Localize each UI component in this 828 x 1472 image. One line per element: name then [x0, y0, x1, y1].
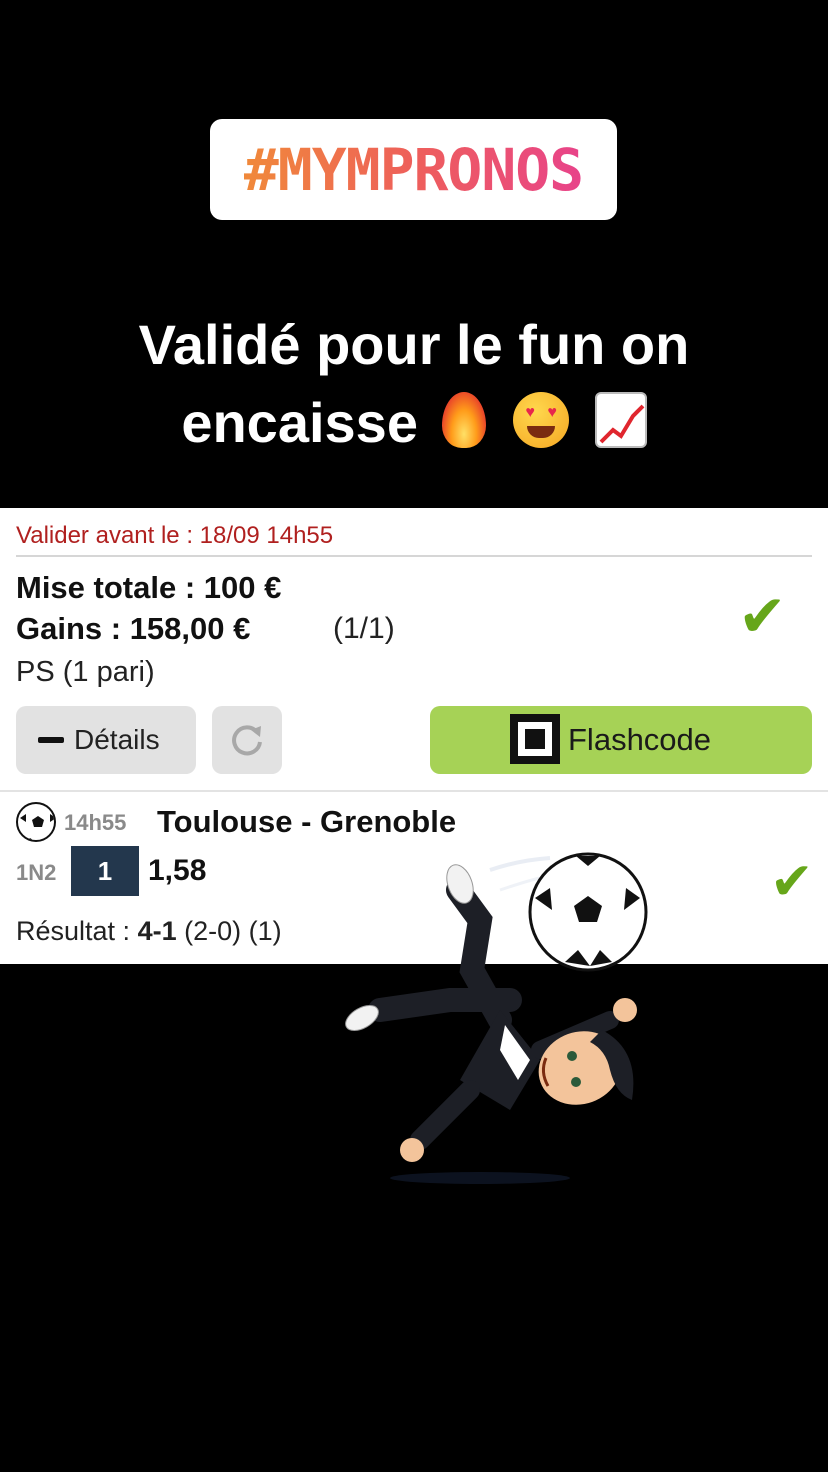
qr-code-icon [510, 714, 560, 764]
soccer-ball-icon [16, 802, 56, 842]
heart-eyes-icon: ♥ ♥ [513, 392, 570, 448]
caption-line-2-row: encaisse ♥ ♥ [0, 384, 828, 462]
refresh-icon [232, 725, 262, 756]
result-detail: (2-0) (1) [184, 916, 282, 946]
match-time: 14h55 [64, 810, 127, 835]
bicycle-kick-avatar-sticker [345, 852, 648, 1184]
bet-kind: 1N2 [16, 860, 57, 885]
flashcode-label: Flashcode [568, 722, 712, 757]
pick-badge: 1 [71, 846, 139, 896]
minus-icon [38, 737, 64, 743]
caption-line-2: encaisse [181, 391, 418, 454]
hashtag-sticker: #MYMPRONOS [210, 119, 617, 220]
bet-type: PS (1 pari) [16, 656, 155, 688]
checkmark-icon: ✔ [770, 852, 814, 912]
divider [16, 555, 812, 557]
flashcode-button[interactable]: Flashcode [430, 706, 812, 774]
checkmark-icon: ✔ [738, 582, 787, 650]
result-label: Résultat : [16, 916, 131, 946]
total-gains: Gains : 158,00 € [16, 611, 251, 646]
details-label: Détails [74, 724, 160, 755]
story-caption: Validé pour le fun on encaisse ♥ ♥ [0, 306, 828, 462]
fire-icon [441, 392, 486, 448]
details-button[interactable]: Détails [16, 706, 196, 774]
chart-increasing-icon [594, 392, 647, 448]
match-result: Résultat : 4-1 (2-0) (1) [16, 916, 282, 947]
total-stake: Mise totale : 100 € [16, 570, 282, 605]
refresh-button[interactable] [212, 706, 282, 774]
match-teams[interactable]: Toulouse - Grenoble [157, 804, 456, 840]
deadline-text: Valider avant le : 18/09 14h55 [16, 522, 334, 549]
odds-value: 1,58 [148, 854, 207, 887]
hashtag-text: #MYMPRONOS [243, 135, 584, 204]
result-score: 4-1 [137, 916, 177, 946]
caption-line-1: Validé pour le fun on [138, 313, 690, 376]
gains-count: (1/1) [333, 612, 395, 645]
divider [0, 790, 828, 792]
